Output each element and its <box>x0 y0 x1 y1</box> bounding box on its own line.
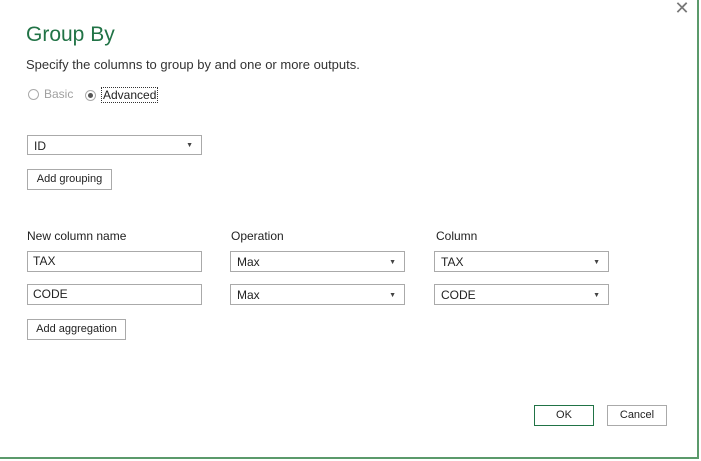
radio-basic[interactable]: Basic <box>28 87 73 101</box>
group-by-dialog: ✕ Group By Specify the columns to group … <box>0 0 699 459</box>
new-column-name-header: New column name <box>27 229 127 243</box>
dialog-title: Group By <box>26 23 115 46</box>
new-column-name-input[interactable]: CODE <box>27 284 202 305</box>
add-grouping-button[interactable]: Add grouping <box>27 169 112 190</box>
column-select[interactable]: TAX ▼ <box>434 251 609 272</box>
radio-advanced-label: Advanced <box>101 87 159 103</box>
operation-header: Operation <box>231 229 284 243</box>
chevron-down-icon: ▼ <box>593 292 600 299</box>
cancel-button[interactable]: Cancel <box>607 405 667 426</box>
column-select[interactable]: CODE ▼ <box>434 284 609 305</box>
add-aggregation-button[interactable]: Add aggregation <box>27 319 126 340</box>
chevron-down-icon: ▼ <box>389 292 396 299</box>
dialog-subtitle: Specify the columns to group by and one … <box>26 57 360 72</box>
ok-button[interactable]: OK <box>534 405 594 426</box>
radio-advanced[interactable]: Advanced <box>85 87 159 103</box>
radio-basic-label: Basic <box>44 87 74 101</box>
operation-value: Max <box>237 255 260 269</box>
chevron-down-icon: ▼ <box>186 142 193 149</box>
operation-value: Max <box>237 288 260 302</box>
column-value: TAX <box>441 255 464 269</box>
operation-select[interactable]: Max ▼ <box>230 284 405 305</box>
operation-select[interactable]: Max ▼ <box>230 251 405 272</box>
group-column-select[interactable]: ID ▼ <box>27 135 202 155</box>
radio-button-checked-icon <box>85 89 96 101</box>
chevron-down-icon: ▼ <box>593 259 600 266</box>
close-icon[interactable]: ✕ <box>673 0 691 18</box>
new-column-name-input[interactable]: TAX <box>27 251 202 272</box>
radio-button-icon <box>28 88 39 100</box>
group-column-value: ID <box>34 139 46 153</box>
column-value: CODE <box>441 288 476 302</box>
chevron-down-icon: ▼ <box>389 259 396 266</box>
column-header: Column <box>436 229 478 243</box>
